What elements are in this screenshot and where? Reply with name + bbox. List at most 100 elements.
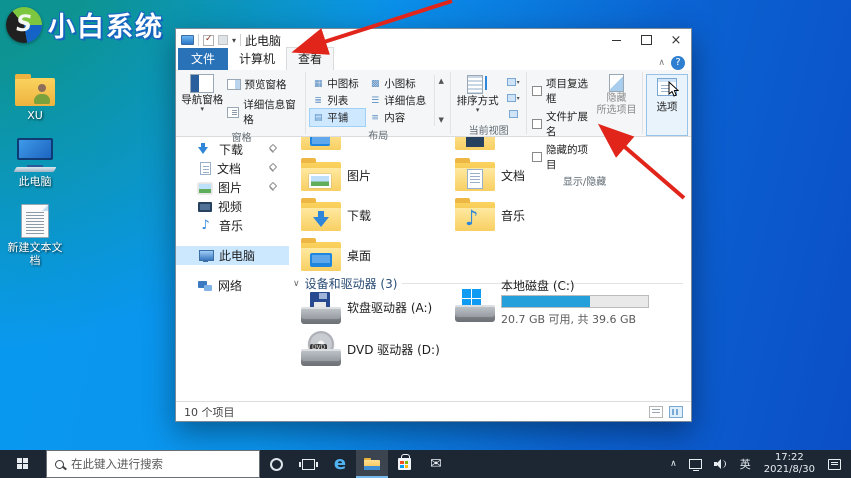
group-by-button[interactable]: ▾ — [503, 75, 523, 89]
nav-item-network[interactable]: 网络 — [176, 276, 289, 295]
nav-item-documents[interactable]: 文档 — [176, 159, 289, 178]
taskbar: e ✉ ∧ 英 17:22 2021/8/30 — [0, 450, 851, 478]
preview-pane-label: 预览窗格 — [244, 79, 287, 91]
music-icon: ♪ — [201, 218, 210, 233]
ime-indicator[interactable]: 英 — [736, 450, 755, 478]
file-extensions-option[interactable]: 文件扩展名 — [530, 109, 594, 139]
drive-tile-dvd[interactable]: DVD DVD 驱动器 (D:) — [301, 331, 440, 367]
nav-label: 文档 — [217, 162, 242, 176]
checkbox-icon[interactable] — [532, 119, 543, 129]
hidden-icons-chevron[interactable]: ∧ — [666, 450, 681, 478]
nav-item-videos[interactable]: 视频 — [176, 197, 289, 216]
ribbon-group-current-view: 排序方式 ▾ ▾ ▾ 当前视图 — [451, 70, 526, 137]
nav-item-pictures[interactable]: 图片 — [176, 178, 289, 197]
hide-selected-items-icon — [608, 74, 624, 92]
size-columns-button[interactable] — [503, 107, 523, 121]
folder-tile-documents[interactable]: 文档 — [455, 158, 605, 192]
sort-by-button[interactable]: 排序方式 ▾ — [454, 72, 501, 121]
chevron-down-icon: ▾ — [200, 105, 205, 113]
preview-pane-icon — [226, 79, 241, 90]
store-button[interactable] — [388, 450, 420, 478]
minimize-button[interactable] — [601, 29, 631, 51]
store-icon — [397, 454, 411, 470]
options-button[interactable]: 选项 — [646, 74, 688, 136]
layout-scrollbar[interactable]: ▲ ▼ — [434, 75, 447, 126]
drive-tile-local-disk-c[interactable]: 本地磁盘 (C:) 20.7 GB 可用, 共 39.6 GB — [455, 279, 649, 327]
details-pane-button[interactable]: 详细信息窗格 — [224, 96, 303, 128]
pin-icon — [268, 183, 277, 192]
folder-tile-pictures[interactable]: 图片 — [301, 158, 451, 192]
checkbox-icon[interactable] — [532, 86, 543, 96]
properties-icon[interactable] — [203, 34, 214, 46]
new-folder-icon[interactable] — [218, 35, 228, 45]
ribbon-group-options: 选项 — [643, 70, 691, 136]
nav-item-music[interactable]: ♪ 音乐 — [176, 216, 289, 235]
file-explorer-button[interactable] — [356, 450, 388, 478]
desktop-icon-user-folder[interactable]: XU — [4, 74, 66, 122]
edge-button[interactable]: e — [324, 450, 356, 478]
drive-label: 本地磁盘 (C:) — [501, 279, 575, 293]
videos-icon — [198, 202, 212, 212]
maximize-button[interactable] — [631, 29, 661, 51]
devices-section-label: 设备和驱动器 (3) — [304, 277, 398, 291]
folder-tile-music[interactable]: ♪ 音乐 — [455, 198, 605, 232]
capacity-bar — [501, 295, 649, 308]
nav-item-downloads[interactable]: 下载 — [176, 140, 289, 159]
this-pc-icon — [198, 249, 214, 262]
add-columns-button[interactable]: ▾ — [503, 91, 523, 105]
details-icon: ☰ — [371, 95, 380, 106]
user-folder-icon — [15, 74, 55, 106]
drive-tile-floppy[interactable]: 软盘驱动器 (A:) — [301, 291, 432, 325]
mail-button[interactable]: ✉ — [420, 450, 452, 478]
tab-view[interactable]: 查看 — [286, 47, 335, 70]
scroll-up-icon[interactable]: ▲ — [439, 77, 444, 85]
search-input[interactable] — [71, 457, 241, 471]
file-explorer-icon — [364, 458, 380, 470]
ribbon-group-show-hide: 项目复选框 文件扩展名 隐藏的项目 隐藏 所选项目 显示/隐藏 — [527, 70, 642, 188]
quick-access-toolbar: ▾ — [181, 34, 242, 46]
desktop-icon-this-pc[interactable]: 此电脑 — [4, 138, 66, 188]
folder-tile-desktop[interactable]: 桌面 — [301, 238, 451, 272]
size-all-columns-icon — [508, 110, 518, 118]
action-center-icon — [828, 458, 841, 470]
chevron-down-icon[interactable]: ∨ — [293, 279, 300, 289]
nav-label: 视频 — [218, 200, 243, 214]
task-view-button[interactable] — [292, 450, 324, 478]
drive-label: DVD 驱动器 (D:) — [347, 343, 440, 357]
nav-item-this-pc[interactable]: 此电脑 — [176, 246, 289, 265]
preview-pane-button[interactable]: 预览窗格 — [224, 76, 303, 93]
folder-label: 桌面 — [347, 249, 372, 263]
volume-tray-button[interactable] — [710, 450, 732, 478]
window-title: 此电脑 — [245, 33, 282, 48]
desktop-icon-text-document[interactable]: 新建文本文档 — [4, 204, 66, 267]
downloads-folder-icon — [301, 198, 341, 232]
tab-file[interactable]: 文件 — [178, 48, 229, 70]
folder-partial-icon[interactable] — [301, 137, 345, 152]
hide-selected-label: 隐藏 — [606, 93, 627, 104]
layout-item-label: 中图标 — [327, 78, 359, 90]
scroll-down-icon[interactable]: ▼ — [439, 116, 444, 124]
layout-content[interactable]: ≡ 内容 — [366, 108, 432, 127]
layout-tiles[interactable]: ▤ 平铺 — [309, 108, 367, 127]
help-icon[interactable]: ? — [671, 56, 685, 70]
item-checkboxes-option[interactable]: 项目复选框 — [530, 76, 594, 106]
close-button[interactable]: × — [661, 29, 691, 51]
customize-toolbar-caret-icon[interactable]: ▾ — [232, 36, 236, 45]
desktop-icon-label: XU — [27, 109, 43, 122]
taskbar-clock[interactable]: 17:22 2021/8/30 — [759, 452, 820, 476]
folder-partial-icon[interactable] — [455, 137, 499, 152]
thumbnail-view-toggle-icon[interactable] — [669, 405, 683, 418]
network-tray-button[interactable] — [685, 450, 706, 478]
brand-logo-icon — [6, 6, 42, 43]
tab-computer[interactable]: 计算机 — [228, 48, 286, 70]
ribbon-group-layout: ▦ 中图标 ▩ 小图标 ≣ 列表 ☰ 详细信息 ▤ 平铺 ≡ 内容 ▲ ▼ 布局 — [306, 70, 450, 142]
ribbon-collapse-icon[interactable]: ∧ — [658, 58, 665, 68]
navigation-pane-button[interactable]: 导航窗格 ▾ — [181, 72, 224, 128]
start-button[interactable] — [0, 450, 46, 478]
action-center-button[interactable] — [824, 450, 845, 478]
folder-tile-downloads[interactable]: 下载 — [301, 198, 451, 232]
taskbar-search[interactable] — [46, 450, 260, 478]
cortana-button[interactable] — [260, 450, 292, 478]
details-view-toggle-icon[interactable] — [649, 405, 663, 418]
details-pane-label: 详细信息窗格 — [243, 99, 296, 126]
